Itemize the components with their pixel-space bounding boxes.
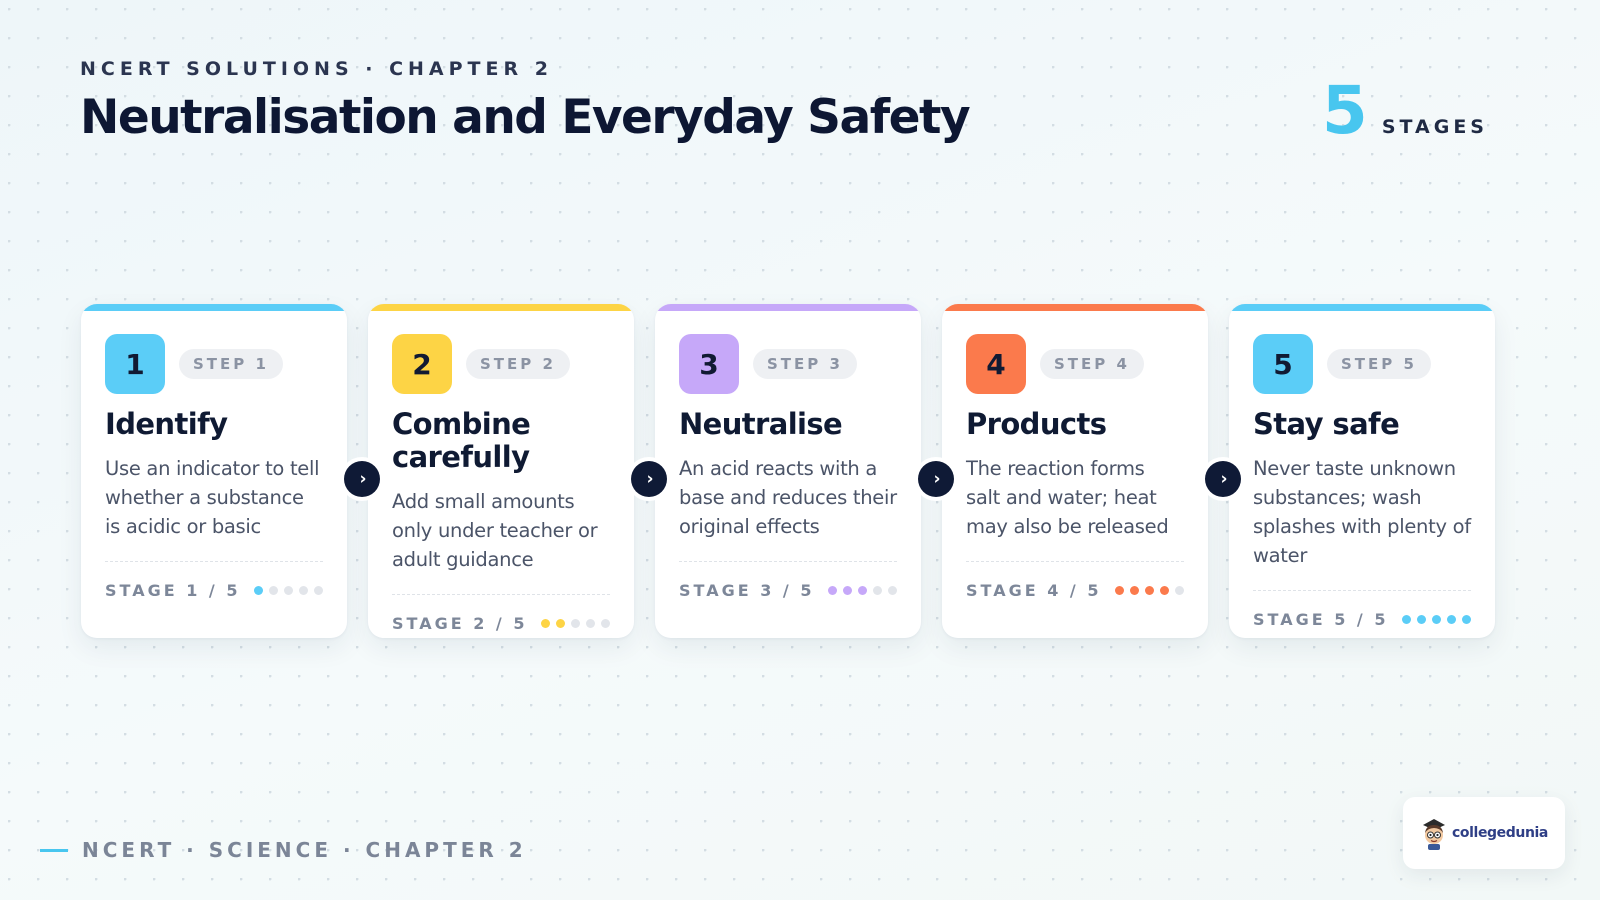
step-pill: STEP 1 [179,349,283,379]
brand-logo[interactable]: collegedunia [1403,797,1565,869]
footer: NCERT · SCIENCE · CHAPTER 2 [40,838,527,862]
chevron-right-icon: › [344,461,380,497]
step-number-badge: 5 [1253,334,1313,394]
stage-progress-label: STAGE 1 / 5 [105,581,241,600]
step-number-badge: 3 [679,334,739,394]
progress-dot [254,586,263,595]
step-number-badge: 1 [105,334,165,394]
progress-dot [1447,615,1456,624]
progress-dot [888,586,897,595]
stage-description: Add small amounts only under teacher or … [392,490,598,571]
stage-description: The reaction forms salt and water; heat … [966,457,1169,538]
stage-footer: STAGE 1 / 5 [105,561,323,619]
progress-dot [1145,586,1154,595]
progress-dot [601,619,610,628]
stage-count: 5 STAGES [1322,78,1488,144]
progress-dots [1402,615,1471,624]
progress-dot [843,586,852,595]
progress-dot [284,586,293,595]
step-pill: STEP 2 [466,349,570,379]
progress-dot [1402,615,1411,624]
brand-name: collegedunia [1452,825,1548,841]
progress-dot [1462,615,1471,624]
stage-progress-label: STAGE 4 / 5 [966,581,1102,600]
step-number-badge: 2 [392,334,452,394]
stage-card-5: 5 STEP 5 Stay safe Never taste unknown s… [1229,304,1495,638]
chevron-right-icon: › [631,461,667,497]
stage-card-3: 3 STEP 3 Neutralise An acid reacts with … [655,304,921,638]
progress-dot [1130,586,1139,595]
stage-title: Neutralise [679,407,843,441]
header-kicker: NCERT SOLUTIONS · CHAPTER 2 [80,58,553,80]
page-title: Neutralisation and Everyday Safety [80,90,971,145]
step-pill: STEP 3 [753,349,857,379]
progress-dot [828,586,837,595]
progress-dot [571,619,580,628]
footer-text: NCERT · SCIENCE · CHAPTER 2 [82,838,527,862]
stage-title: Stay safe [1253,407,1400,441]
collegedunia-mascot-icon [1423,819,1446,850]
stage-card-2: 2 STEP 2 Combine carefully Add small amo… [368,304,634,638]
chevron-right-icon: › [1205,461,1241,497]
stage-count-number: 5 [1321,72,1368,149]
footer-rule [40,848,68,852]
progress-dots [1115,586,1184,595]
chevron-right-icon: › [918,461,954,497]
step-pill: STEP 4 [1040,349,1144,379]
stage-card-4: 4 STEP 4 Products The reaction forms sal… [942,304,1208,638]
progress-dots [254,586,323,595]
progress-dot [873,586,882,595]
step-pill: STEP 5 [1327,349,1431,379]
stage-progress-label: STAGE 3 / 5 [679,581,815,600]
stage-footer: STAGE 5 / 5 [1253,590,1471,638]
progress-dot [314,586,323,595]
progress-dot [541,619,550,628]
progress-dot [858,586,867,595]
stage-title: Identify [105,407,228,441]
stage-description: An acid reacts with a base and reduces t… [679,457,897,538]
progress-dot [1160,586,1169,595]
stage-card-1: 1 STEP 1 Identify Use an indicator to te… [81,304,347,638]
step-number-badge: 4 [966,334,1026,394]
progress-dot [269,586,278,595]
stage-cards: 1 STEP 1 Identify Use an indicator to te… [81,304,1519,650]
progress-dots [541,619,610,628]
stage-footer: STAGE 2 / 5 [392,594,610,638]
progress-dot [556,619,565,628]
stage-title: Combine carefully [392,407,531,474]
stage-description: Use an indicator to tell whether a subst… [105,457,320,538]
stage-count-label: STAGES [1381,116,1488,138]
stage-footer: STAGE 4 / 5 [966,561,1184,619]
progress-dots [828,586,897,595]
progress-dot [1417,615,1426,624]
progress-dot [1115,586,1124,595]
progress-dot [299,586,308,595]
stage-title: Products [966,407,1107,441]
stage-progress-label: STAGE 5 / 5 [1253,610,1389,629]
stage-footer: STAGE 3 / 5 [679,561,897,619]
progress-dot [586,619,595,628]
progress-dot [1432,615,1441,624]
stage-progress-label: STAGE 2 / 5 [392,614,528,633]
stage-description: Never taste unknown substances; wash spl… [1253,457,1471,567]
progress-dot [1175,586,1184,595]
